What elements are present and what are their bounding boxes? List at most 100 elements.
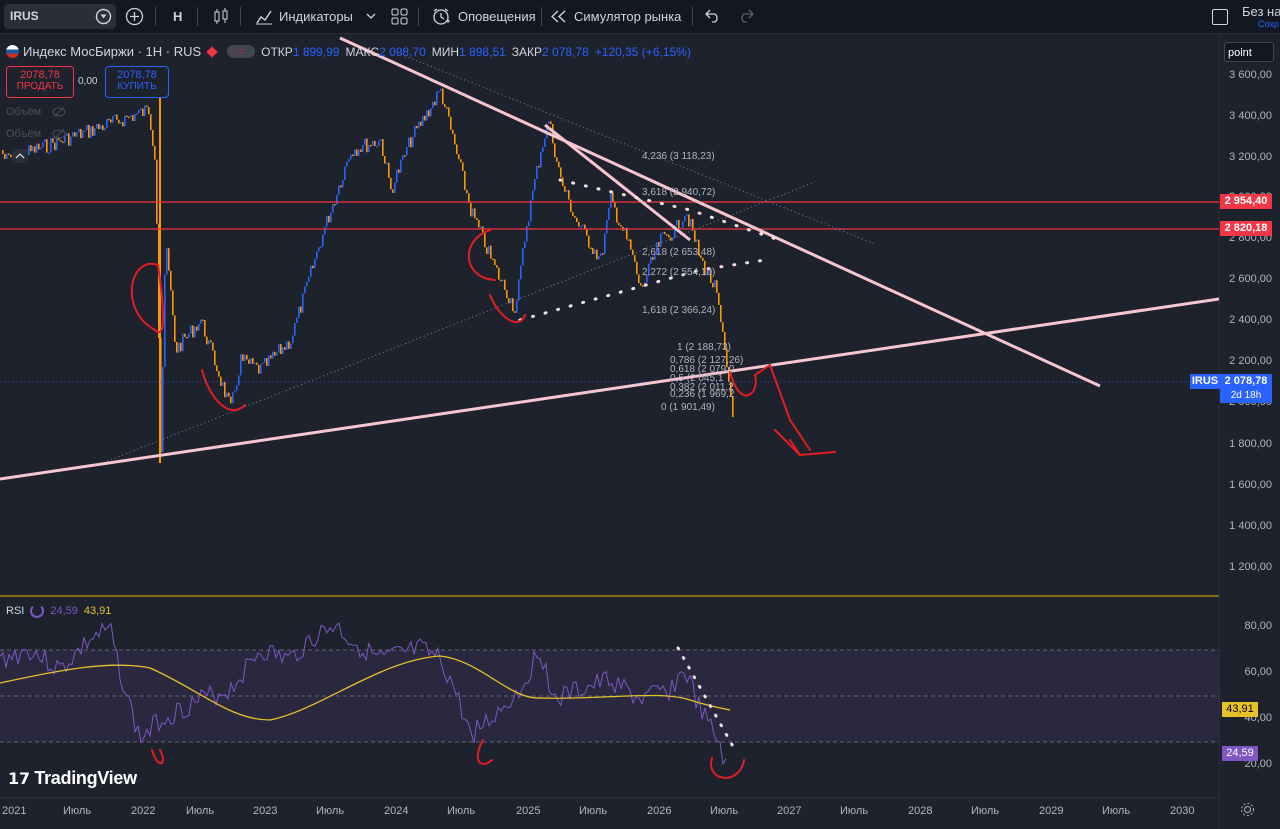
indicators-button[interactable]: Индикаторы — [279, 0, 353, 33]
collapse-icon[interactable] — [12, 149, 28, 163]
candle — [96, 123, 98, 129]
candle — [604, 233, 606, 255]
candle — [192, 325, 194, 338]
candle — [682, 221, 684, 228]
redo-icon[interactable] — [738, 9, 754, 23]
candle — [372, 140, 374, 146]
candle — [474, 208, 476, 219]
settings-gear-icon[interactable] — [1240, 802, 1255, 817]
rsi-title[interactable]: RSI — [6, 605, 24, 617]
layout-checkbox[interactable] — [1212, 9, 1228, 25]
time-tick-label: 2029 — [1039, 805, 1064, 817]
candle — [478, 219, 480, 228]
candle — [402, 155, 404, 160]
candle — [430, 108, 432, 117]
candle — [70, 136, 72, 146]
chevron-down-icon[interactable] — [366, 12, 376, 20]
candle — [702, 257, 704, 261]
shield-icon[interactable] — [95, 8, 112, 25]
candles-icon[interactable] — [212, 7, 230, 26]
candle — [714, 280, 716, 288]
candle — [172, 290, 174, 316]
interval-button[interactable]: H — [173, 0, 182, 33]
close-value: 2 078,78 — [542, 44, 589, 59]
candle — [288, 341, 290, 349]
price-tick-label: 1 600,00 — [1229, 479, 1272, 491]
candle — [98, 123, 100, 130]
candle — [564, 186, 566, 192]
instrument-name[interactable]: Индекс МосБиржи · 1H · RUS — [23, 44, 201, 59]
low-label: МИН — [431, 44, 460, 59]
candle — [520, 265, 522, 280]
candle — [428, 110, 430, 117]
candle — [386, 162, 388, 165]
candle — [166, 248, 168, 275]
candle — [236, 385, 238, 391]
candle — [696, 239, 698, 242]
undo-icon[interactable] — [705, 9, 721, 23]
candle — [662, 232, 664, 234]
candle — [382, 139, 384, 157]
eye-off-icon[interactable] — [52, 128, 66, 140]
candle — [350, 154, 352, 160]
candle — [574, 215, 576, 218]
candle — [364, 138, 366, 146]
candle — [80, 128, 82, 139]
visibility-toggle[interactable]: = — [227, 45, 256, 58]
rsi-ma-badge: 43,91 — [1222, 702, 1258, 717]
high-value: 2 098,70 — [379, 44, 426, 59]
replay-icon[interactable] — [551, 10, 567, 23]
candle — [92, 126, 94, 136]
tradingview-logo[interactable]: 𝟭𝟳 TradingView — [8, 768, 137, 789]
buy-button[interactable]: 2078,78 КУПИТЬ — [105, 66, 169, 98]
candle — [586, 228, 588, 236]
candle — [488, 245, 490, 255]
candle — [472, 208, 474, 217]
candle — [260, 364, 262, 374]
indicators-icon[interactable] — [255, 8, 273, 25]
symbol-search[interactable]: IRUS — [4, 4, 116, 29]
russia-flag-icon — [6, 45, 19, 58]
candle — [326, 215, 328, 227]
candle — [218, 371, 220, 377]
countdown-badge: 2d 18h — [1220, 388, 1272, 403]
candle — [566, 189, 568, 192]
candle — [346, 161, 348, 167]
layout-save-status: Сохр — [1258, 19, 1279, 29]
layout-name[interactable]: Без на — [1242, 4, 1280, 19]
candle — [78, 128, 80, 133]
candle — [138, 109, 140, 114]
price-chart[interactable] — [0, 34, 1219, 796]
candle — [178, 342, 180, 353]
candle — [424, 115, 426, 121]
alerts-button[interactable]: Оповещения — [458, 0, 536, 33]
candle — [264, 358, 266, 363]
sell-button[interactable]: 2078,78 ПРОДАТЬ — [6, 66, 74, 98]
candle — [690, 218, 692, 227]
change-value: +120,35 (+6,15%) — [594, 44, 691, 59]
candle — [366, 138, 368, 153]
replay-button[interactable]: Симулятор рынка — [574, 0, 681, 33]
candle — [540, 151, 542, 168]
candle — [676, 220, 678, 226]
candle — [628, 239, 630, 241]
candle — [284, 347, 286, 350]
candle — [542, 147, 544, 152]
rsi-ma-value: 43,91 — [83, 605, 112, 617]
time-axis[interactable]: 2021 Июль 2022 Июль 2023 Июль 2024 Июль 2025 Июль… — [0, 797, 1219, 825]
candle — [38, 143, 40, 150]
candle — [246, 354, 248, 360]
candle — [688, 214, 690, 227]
add-symbol-icon[interactable] — [125, 7, 144, 26]
candle — [454, 134, 456, 145]
price-tick-label: 3 200,00 — [1229, 151, 1272, 163]
alarm-clock-icon[interactable] — [432, 7, 451, 26]
candle — [548, 121, 550, 124]
candle — [686, 214, 688, 217]
candle — [600, 253, 602, 256]
eye-off-icon[interactable] — [52, 106, 66, 118]
scale-mode-button[interactable]: point — [1224, 42, 1274, 62]
candle — [398, 169, 400, 173]
templates-icon[interactable] — [391, 8, 408, 25]
spread-value: 0,00 — [78, 76, 98, 87]
